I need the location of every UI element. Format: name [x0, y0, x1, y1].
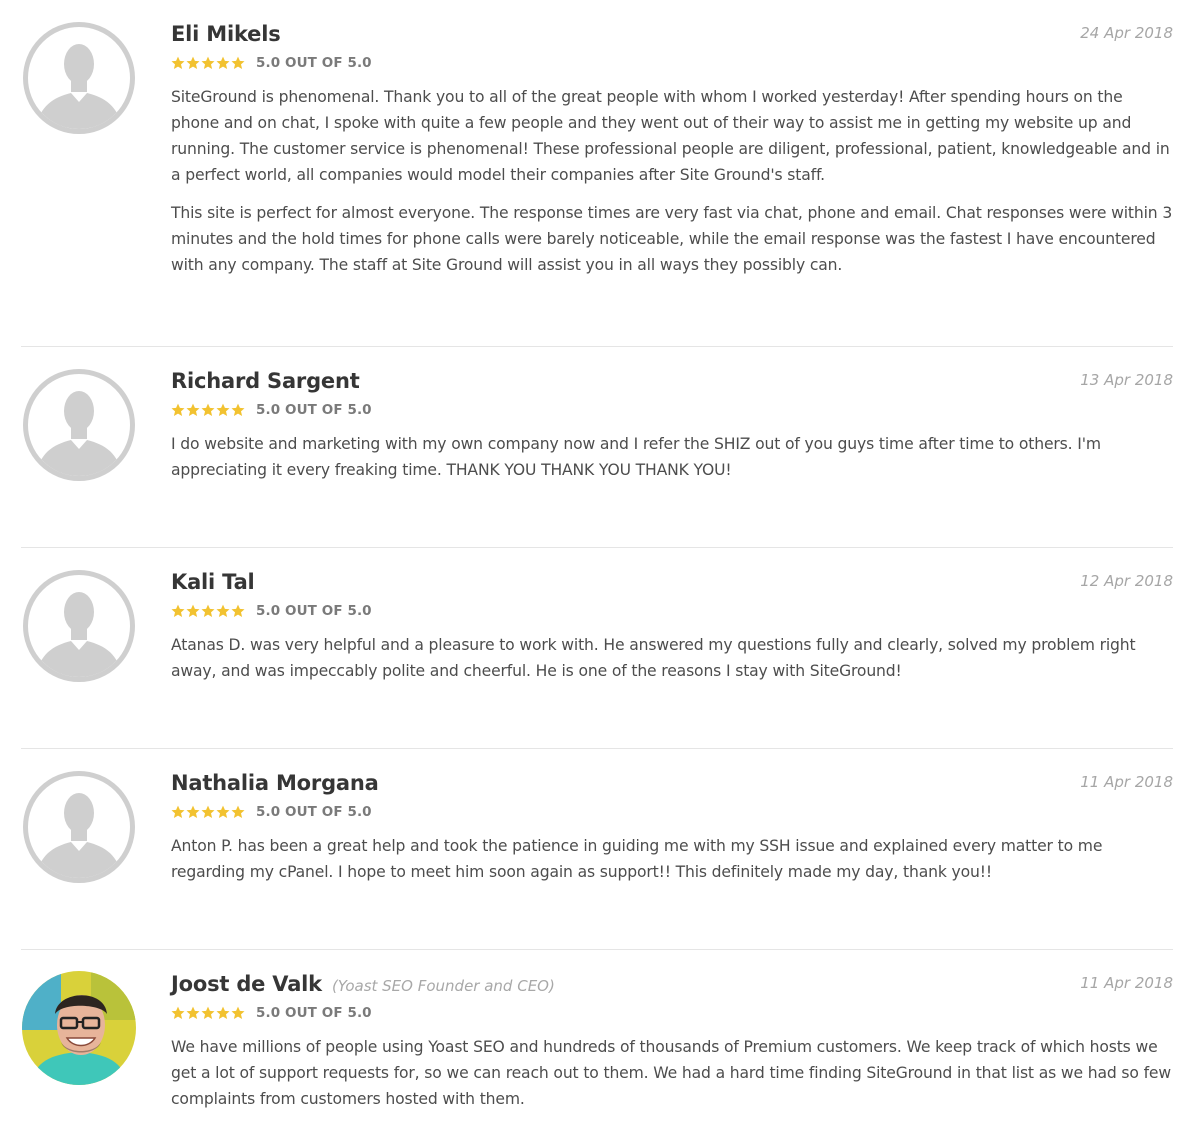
star-rating	[171, 403, 245, 417]
review-header: Kali Tal 12 Apr 2018	[171, 570, 1173, 600]
review-paragraph: This site is perfect for almost everyone…	[171, 204, 1173, 274]
star-icon	[201, 403, 215, 416]
review-header: Joost de Valk (Yoast SEO Founder and CEO)…	[171, 972, 1173, 1002]
star-icon	[171, 805, 185, 818]
review-content: Nathalia Morgana 11 Apr 2018 5.0 OUT OF …	[171, 749, 1173, 885]
default-avatar-icon	[21, 568, 137, 684]
review-date: 24 Apr 2018	[1080, 24, 1173, 42]
star-icon	[201, 805, 215, 818]
review-date: 11 Apr 2018	[1080, 773, 1173, 791]
rating-row: 5.0 OUT OF 5.0	[171, 801, 1173, 823]
review-paragraph: SiteGround is phenomenal. Thank you to a…	[171, 88, 1170, 184]
star-rating	[171, 805, 245, 819]
review-list: Eli Mikels 24 Apr 2018 5.0 OUT OF 5.0 Si…	[0, 0, 1200, 1144]
review-content: Richard Sargent 13 Apr 2018 5.0 OUT OF 5…	[171, 347, 1173, 483]
star-icon	[216, 56, 230, 69]
rating-text: 5.0 OUT OF 5.0	[256, 1005, 372, 1021]
review-header: Nathalia Morgana 11 Apr 2018	[171, 771, 1173, 801]
star-icon	[216, 805, 230, 818]
reviewer-name: Kali Tal	[171, 570, 255, 594]
rating-row: 5.0 OUT OF 5.0	[171, 1002, 1173, 1024]
rating-text: 5.0 OUT OF 5.0	[256, 55, 372, 71]
star-icon	[231, 56, 245, 69]
rating-row: 5.0 OUT OF 5.0	[171, 600, 1173, 622]
star-icon	[186, 604, 200, 617]
star-icon	[171, 604, 185, 617]
review-body: We have millions of people using Yoast S…	[171, 1034, 1173, 1112]
star-rating	[171, 604, 245, 618]
review-date: 12 Apr 2018	[1080, 572, 1173, 590]
review-card: Joost de Valk (Yoast SEO Founder and CEO)…	[21, 950, 1173, 1144]
review-content: Eli Mikels 24 Apr 2018 5.0 OUT OF 5.0 Si…	[171, 0, 1173, 278]
star-icon	[231, 403, 245, 416]
star-icon	[216, 604, 230, 617]
star-rating	[171, 1006, 245, 1020]
review-paragraph: Anton P. has been a great help and took …	[171, 837, 1103, 881]
review-header: Richard Sargent 13 Apr 2018	[171, 369, 1173, 399]
review-header: Eli Mikels 24 Apr 2018	[171, 22, 1173, 52]
review-date: 11 Apr 2018	[1080, 974, 1173, 992]
star-icon	[216, 1006, 230, 1019]
star-icon	[216, 403, 230, 416]
reviewer-role: (Yoast SEO Founder and CEO)	[331, 977, 555, 995]
reviewer-name: Nathalia Morgana	[171, 771, 379, 795]
default-avatar-icon	[21, 769, 137, 885]
star-icon	[201, 1006, 215, 1019]
review-card: Eli Mikels 24 Apr 2018 5.0 OUT OF 5.0 Si…	[21, 0, 1173, 347]
review-content: Kali Tal 12 Apr 2018 5.0 OUT OF 5.0 Atan…	[171, 548, 1173, 684]
review-date: 13 Apr 2018	[1080, 371, 1173, 389]
review-card: Nathalia Morgana 11 Apr 2018 5.0 OUT OF …	[21, 749, 1173, 950]
rating-row: 5.0 OUT OF 5.0	[171, 399, 1173, 421]
star-rating	[171, 56, 245, 70]
review-paragraph: I do website and marketing with my own c…	[171, 435, 1101, 479]
star-icon	[231, 1006, 245, 1019]
star-icon	[171, 56, 185, 69]
star-icon	[186, 56, 200, 69]
rating-row: 5.0 OUT OF 5.0	[171, 52, 1173, 74]
review-body: I do website and marketing with my own c…	[171, 431, 1173, 483]
star-icon	[201, 56, 215, 69]
star-icon	[186, 1006, 200, 1019]
review-card: Richard Sargent 13 Apr 2018 5.0 OUT OF 5…	[21, 347, 1173, 548]
review-paragraph: We have millions of people using Yoast S…	[171, 1038, 1171, 1108]
reviewer-name: Eli Mikels	[171, 22, 281, 46]
review-paragraph: Atanas D. was very helpful and a pleasur…	[171, 636, 1136, 680]
rating-text: 5.0 OUT OF 5.0	[256, 804, 372, 820]
default-avatar-icon	[21, 20, 137, 136]
reviewer-name: Joost de Valk	[171, 972, 322, 996]
star-icon	[171, 403, 185, 416]
review-card: Kali Tal 12 Apr 2018 5.0 OUT OF 5.0 Atan…	[21, 548, 1173, 749]
review-body: SiteGround is phenomenal. Thank you to a…	[171, 84, 1173, 278]
rating-text: 5.0 OUT OF 5.0	[256, 603, 372, 619]
default-avatar-icon	[21, 367, 137, 483]
star-icon	[186, 403, 200, 416]
review-content: Joost de Valk (Yoast SEO Founder and CEO)…	[171, 950, 1173, 1112]
user-photo-avatar	[21, 970, 137, 1086]
star-icon	[171, 1006, 185, 1019]
star-icon	[231, 805, 245, 818]
review-body: Atanas D. was very helpful and a pleasur…	[171, 632, 1173, 684]
reviewer-name: Richard Sargent	[171, 369, 360, 393]
star-icon	[186, 805, 200, 818]
star-icon	[201, 604, 215, 617]
rating-text: 5.0 OUT OF 5.0	[256, 402, 372, 418]
review-body: Anton P. has been a great help and took …	[171, 833, 1173, 885]
star-icon	[231, 604, 245, 617]
